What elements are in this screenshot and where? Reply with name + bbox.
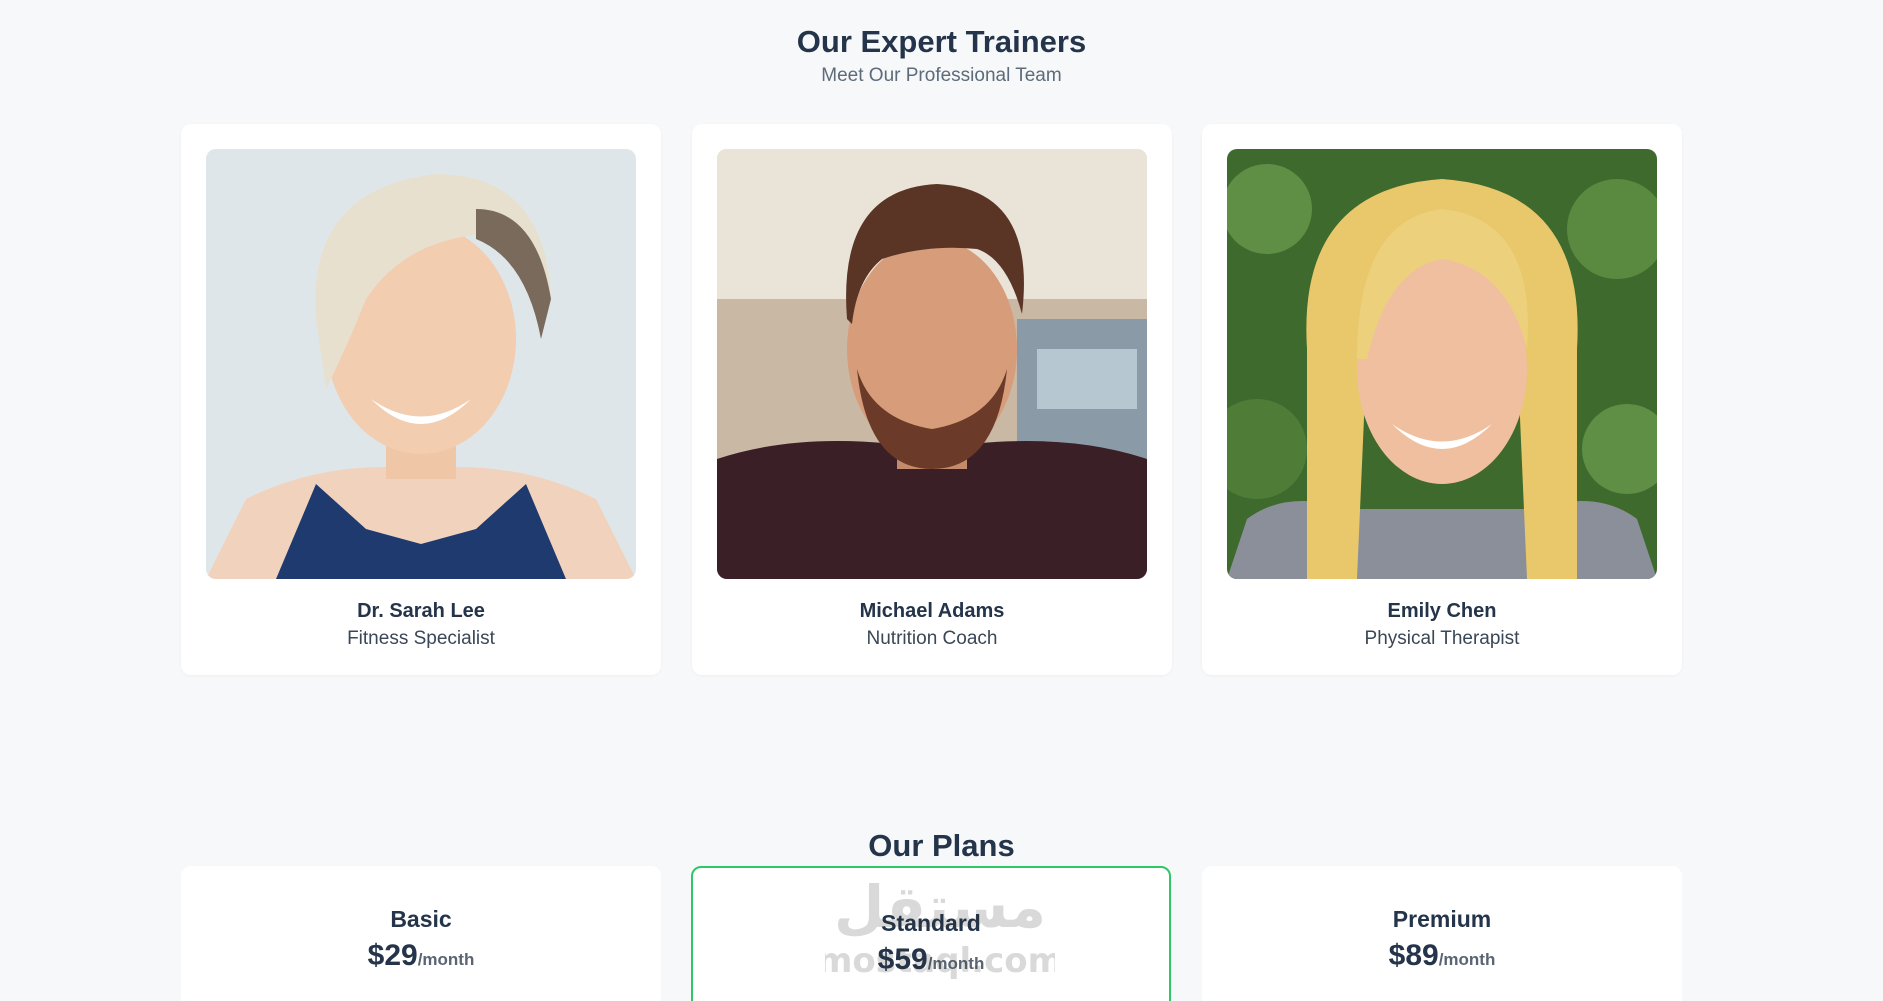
plan-price-amount: $59 bbox=[877, 943, 928, 976]
trainer-card-michael-adams: Michael Adams Nutrition Coach bbox=[692, 124, 1172, 675]
plan-price-period: /month bbox=[1438, 950, 1496, 969]
plan-card-premium[interactable]: Premium $89/month bbox=[1202, 866, 1682, 1001]
plan-name: Standard bbox=[881, 910, 981, 936]
plan-price-period: /month bbox=[417, 950, 475, 969]
plan-price: $29/month bbox=[181, 939, 661, 973]
trainer-card-sarah-lee: Dr. Sarah Lee Fitness Specialist bbox=[181, 124, 661, 675]
plan-card-standard[interactable]: Standard $59/month bbox=[691, 866, 1171, 1001]
trainers-title: Our Expert Trainers bbox=[796, 24, 1087, 59]
trainer-photo bbox=[206, 149, 636, 579]
trainer-photo bbox=[717, 149, 1147, 579]
plan-card-basic[interactable]: Basic $29/month bbox=[181, 866, 661, 1001]
trainer-name: Michael Adams bbox=[859, 600, 1005, 622]
trainer-role: Nutrition Coach bbox=[866, 628, 998, 649]
trainer-role: Physical Therapist bbox=[1364, 628, 1520, 649]
plan-price: $89/month bbox=[1202, 939, 1682, 973]
plan-name: Premium bbox=[1392, 906, 1492, 932]
plan-price: $59/month bbox=[693, 943, 1169, 977]
trainer-role: Fitness Specialist bbox=[347, 628, 495, 649]
trainers-subtitle: Meet Our Professional Team bbox=[821, 65, 1062, 86]
trainer-name: Emily Chen bbox=[1387, 600, 1497, 622]
trainer-name: Dr. Sarah Lee bbox=[357, 600, 485, 622]
plan-name: Basic bbox=[390, 906, 452, 932]
plan-price-period: /month bbox=[927, 954, 985, 973]
trainer-card-emily-chen: Emily Chen Physical Therapist bbox=[1202, 124, 1682, 675]
plan-price-amount: $29 bbox=[367, 939, 418, 972]
trainer-photo bbox=[1227, 149, 1657, 579]
page: Our Expert Trainers Meet Our Professiona… bbox=[0, 0, 1883, 1001]
plan-price-amount: $89 bbox=[1388, 939, 1439, 972]
plans-title: Our Plans bbox=[868, 828, 1015, 863]
